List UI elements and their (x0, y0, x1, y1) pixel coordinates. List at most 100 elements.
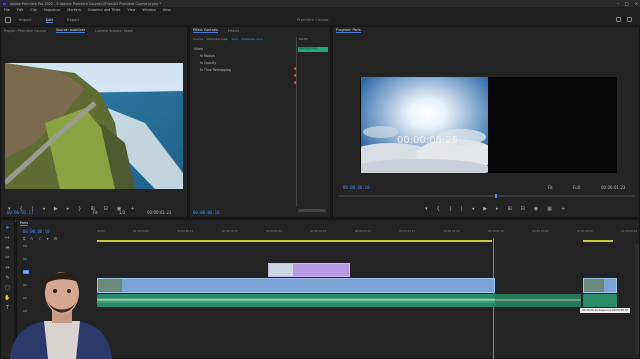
menu-markers[interactable]: Markers (67, 8, 81, 12)
add-marker-icon[interactable]: ▾ (47, 236, 49, 241)
menu-edit[interactable]: Edit (17, 8, 24, 12)
program-lift-icon[interactable]: ⊞ (507, 206, 511, 212)
program-play-back-icon[interactable]: ◂ (472, 206, 475, 212)
ruler-tick: 00:00 (97, 230, 105, 233)
work-area-bar[interactable] (97, 240, 492, 242)
tab-effect-controls[interactable]: Effect Controls (193, 28, 218, 33)
overwrite-icon[interactable]: ⊟ (104, 206, 108, 212)
menu-clip[interactable]: Clip (30, 8, 36, 12)
title-bar: Pr Adobe Premiere Pro 2022 - E:\Adobe Pr… (0, 0, 640, 7)
program-export-frame-icon[interactable]: ◉ (534, 206, 538, 212)
go-out-icon[interactable]: } (78, 206, 81, 212)
program-fit-select[interactable]: Fit (548, 185, 553, 190)
audio-clip[interactable] (97, 294, 495, 307)
video-section-label: Video (194, 47, 203, 51)
minimize-button[interactable]: – (617, 1, 619, 6)
linked-selection-icon[interactable]: ⊂ (38, 236, 41, 241)
mark-out-icon[interactable]: { (20, 206, 23, 212)
maximize-button[interactable]: □ (625, 1, 629, 6)
ruler-tick: 00:00:02:10 (621, 230, 637, 233)
waveform (97, 298, 495, 303)
wrench-icon[interactable]: ⚙ (54, 236, 58, 241)
tab-project[interactable]: Project: Premiere Course (4, 29, 46, 33)
ruler-tick: 00:00:01:05 (354, 230, 371, 233)
video-clip[interactable] (97, 278, 495, 293)
mark-in-icon[interactable]: ▾ (8, 206, 11, 212)
tab-import[interactable]: Import (19, 17, 32, 22)
menu-graphics[interactable]: Graphics and Titles (88, 8, 121, 12)
master-clip-label[interactable]: Source · Stabilizer.mp4 (193, 37, 228, 41)
insert-icon[interactable]: ⊞ (90, 206, 94, 212)
program-mark-in-icon[interactable]: ▾ (425, 206, 428, 212)
program-scrubber[interactable] (339, 194, 635, 198)
tab-edit[interactable]: Edit (45, 17, 53, 23)
program-quality-select[interactable]: Full (573, 185, 580, 190)
menu-view[interactable]: View (127, 8, 135, 12)
menu-file[interactable]: File (4, 8, 10, 12)
step-forward-icon[interactable]: ▸ (67, 206, 70, 212)
tab-source[interactable]: Source: stabilizer (55, 28, 86, 33)
add-button-icon[interactable]: + (130, 206, 134, 212)
program-tabs: Program: Paris (333, 27, 639, 34)
time-remapping-row[interactable]: fx Time Remapping (194, 68, 231, 72)
opacity-effect-row[interactable]: fx Opacity (194, 61, 231, 65)
play-button-icon[interactable]: ▶ (54, 206, 58, 212)
source-tabs: Project: Premiere Course Source: stabili… (1, 27, 187, 34)
adjustment-clip[interactable] (268, 263, 350, 277)
insert-nest-icon[interactable]: ⌗ (23, 236, 25, 241)
motion-effect-row[interactable]: fx Motion (194, 54, 231, 58)
timeline-toggles: ⌗ ∩ ⊂ ▾ ⚙ (23, 236, 57, 241)
program-timecode-out: 00:00:01:23 (601, 185, 626, 190)
export-frame-icon[interactable]: ◉ (117, 206, 121, 212)
share-icon[interactable] (627, 17, 632, 22)
timeline-playhead-timecode[interactable]: 00:00:06:10 (23, 229, 50, 234)
tab-sequence[interactable]: Paris (20, 221, 29, 226)
program-mark-out-icon[interactable]: { (437, 206, 440, 212)
ruler-tick: 00:00:01:15 (443, 230, 460, 233)
effect-clip-bar[interactable]: Stabilizer.mp4 (298, 47, 328, 52)
close-button[interactable]: ✕ (635, 1, 638, 6)
home-icon[interactable] (5, 16, 11, 23)
program-step-forward-icon[interactable]: ▸ (496, 206, 499, 212)
program-overlay-timecode: 00:00:06:25 (397, 135, 459, 146)
program-compare-icon[interactable]: ▦ (547, 206, 552, 212)
project-title: Premiere Course (297, 17, 329, 22)
effect-clip-selector[interactable]: Source · Stabilizer.mp4 Paris · Stabiliz… (193, 37, 263, 41)
track-v3-label[interactable]: V3 (23, 244, 29, 248)
track-select-tool-icon[interactable]: ↦ (5, 235, 9, 241)
selection-tool-icon[interactable]: ➤ (5, 225, 9, 231)
timeline-tooltip: 00:00:06:10 Sequence 00:00:06:10 (580, 308, 631, 313)
fullscreen-icon[interactable] (616, 17, 621, 22)
menu-window[interactable]: Window (143, 8, 156, 12)
tab-program[interactable]: Program: Paris (336, 28, 361, 33)
effect-sections: Video fx Motion fx Opacity fx Time Remap… (194, 47, 231, 72)
clip-thumbnail (584, 279, 604, 292)
program-timecode-in[interactable]: 00:00:06:10 (343, 185, 370, 190)
ripple-edit-tool-icon[interactable]: ⇹ (5, 245, 9, 251)
menu-help[interactable]: Help (163, 8, 171, 12)
program-extract-icon[interactable]: ⊟ (521, 206, 525, 212)
tab-effects[interactable]: Effects (228, 29, 240, 33)
step-back-icon[interactable]: | (32, 206, 34, 212)
program-play-icon[interactable]: ▶ (483, 206, 487, 212)
timeline-scrollbar[interactable] (635, 244, 639, 354)
timeline-ruler[interactable]: 00:00 00:00:00:05 00:00:00:10 00:00:00:1… (97, 230, 637, 239)
ruler-tick: 00:00:02:00 (532, 230, 549, 233)
source-transport: ▾ { | ◂ ▶ ▸ } ⊞ ⊟ ◉ + (8, 206, 134, 212)
program-add-icon[interactable]: + (561, 206, 565, 212)
video-clip-end[interactable] (583, 278, 617, 293)
tab-export[interactable]: Export (67, 17, 79, 22)
effect-zoom-slider[interactable] (298, 209, 326, 212)
tab-lumetri-scopes[interactable]: Lumetri Scopes: Stabil (95, 29, 133, 33)
audio-clip-b[interactable] (495, 294, 581, 307)
ruler-tick: 00:00:01:10 (399, 230, 416, 233)
audio-clip-end[interactable] (583, 294, 617, 307)
program-go-in-icon[interactable]: } (449, 206, 452, 212)
snap-icon[interactable]: ∩ (30, 236, 33, 241)
sequence-clip-label[interactable]: Paris · Stabilizer.mp4 (232, 37, 263, 41)
ruler-tick: 00:00:00:15 (221, 230, 238, 233)
work-area-bar-end[interactable] (583, 240, 613, 242)
menu-sequence[interactable]: Sequence (44, 8, 61, 12)
play-icon[interactable]: ◂ (42, 206, 45, 212)
program-step-back-icon[interactable]: | (461, 206, 463, 212)
